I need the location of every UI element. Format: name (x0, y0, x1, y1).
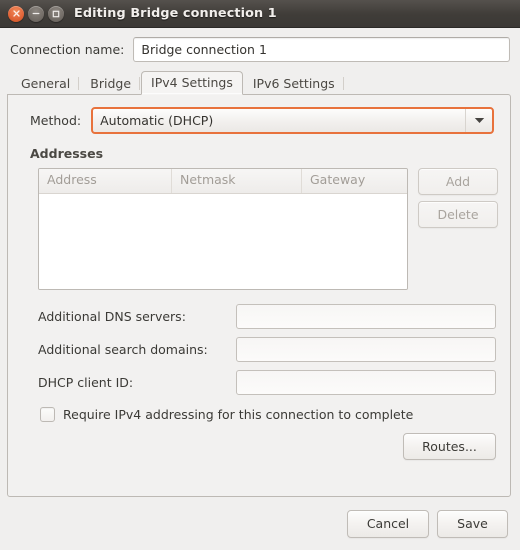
add-address-button[interactable]: Add (418, 168, 498, 195)
require-ipv4-row[interactable]: Require IPv4 addressing for this connect… (40, 407, 498, 422)
method-dropdown[interactable]: Automatic (DHCP) (91, 107, 494, 134)
column-header-gateway[interactable]: Gateway (302, 169, 407, 193)
method-label: Method: (30, 113, 82, 128)
require-ipv4-label: Require IPv4 addressing for this connect… (63, 407, 414, 422)
title-bar: Editing Bridge connection 1 (0, 0, 520, 28)
dialog-action-bar: Cancel Save (0, 497, 520, 550)
tab-ipv4-settings-label: IPv4 Settings (151, 75, 233, 90)
search-domains-label: Additional search domains: (38, 342, 208, 357)
addresses-area: Address Netmask Gateway Add Delete (38, 168, 498, 290)
dialog-content: Connection name: General Bridge IPv4 Set… (0, 28, 520, 550)
column-header-address[interactable]: Address (39, 169, 172, 193)
search-domains-input[interactable] (236, 337, 496, 362)
dhcp-client-id-label: DHCP client ID: (38, 375, 134, 390)
connection-name-label: Connection name: (10, 42, 125, 57)
tab-general-label: General (21, 76, 71, 91)
require-ipv4-checkbox[interactable] (40, 407, 55, 422)
save-button[interactable]: Save (437, 510, 508, 538)
dns-servers-row: Additional DNS servers: (38, 304, 498, 329)
tab-ipv6-settings-label: IPv6 Settings (252, 76, 335, 91)
addresses-title: Addresses (30, 146, 104, 161)
connection-name-input[interactable] (133, 37, 510, 62)
dhcp-client-id-input[interactable] (236, 370, 496, 395)
search-domains-row: Additional search domains: (38, 337, 498, 362)
method-row: Method: Automatic (DHCP) (30, 107, 498, 134)
dns-servers-label: Additional DNS servers: (38, 309, 186, 324)
tab-bridge[interactable]: Bridge (80, 72, 141, 94)
method-value: Automatic (DHCP) (100, 113, 214, 128)
tab-bar: General Bridge IPv4 Settings IPv6 Settin… (7, 70, 511, 95)
close-icon[interactable] (8, 5, 24, 22)
routes-row: Routes... (20, 433, 498, 460)
routes-button[interactable]: Routes... (403, 433, 496, 460)
minimize-icon[interactable] (28, 5, 44, 22)
column-header-netmask[interactable]: Netmask (172, 169, 302, 193)
tab-ipv4-settings[interactable]: IPv4 Settings (141, 71, 243, 95)
maximize-icon[interactable] (48, 5, 64, 22)
dhcp-client-id-row: DHCP client ID: (38, 370, 498, 395)
delete-address-button[interactable]: Delete (418, 201, 498, 228)
tab-ipv6-settings[interactable]: IPv6 Settings (243, 72, 345, 94)
dns-servers-input[interactable] (236, 304, 496, 329)
editing-connection-window: Editing Bridge connection 1 Connection n… (0, 0, 520, 538)
addresses-table-body (39, 194, 407, 289)
addresses-table[interactable]: Address Netmask Gateway (38, 168, 408, 290)
tab-general[interactable]: General (11, 72, 80, 94)
cancel-button[interactable]: Cancel (347, 510, 429, 538)
ipv4-settings-panel: Method: Automatic (DHCP) Addresses Addre… (7, 94, 511, 497)
connection-name-row: Connection name: (0, 28, 520, 70)
window-controls (8, 5, 64, 22)
tab-bridge-label: Bridge (90, 76, 132, 91)
addresses-table-header: Address Netmask Gateway (39, 169, 407, 194)
addresses-buttons: Add Delete (418, 168, 498, 228)
settings-notebook: General Bridge IPv4 Settings IPv6 Settin… (7, 70, 511, 497)
chevron-down-icon (465, 109, 492, 132)
window-title: Editing Bridge connection 1 (74, 6, 277, 21)
